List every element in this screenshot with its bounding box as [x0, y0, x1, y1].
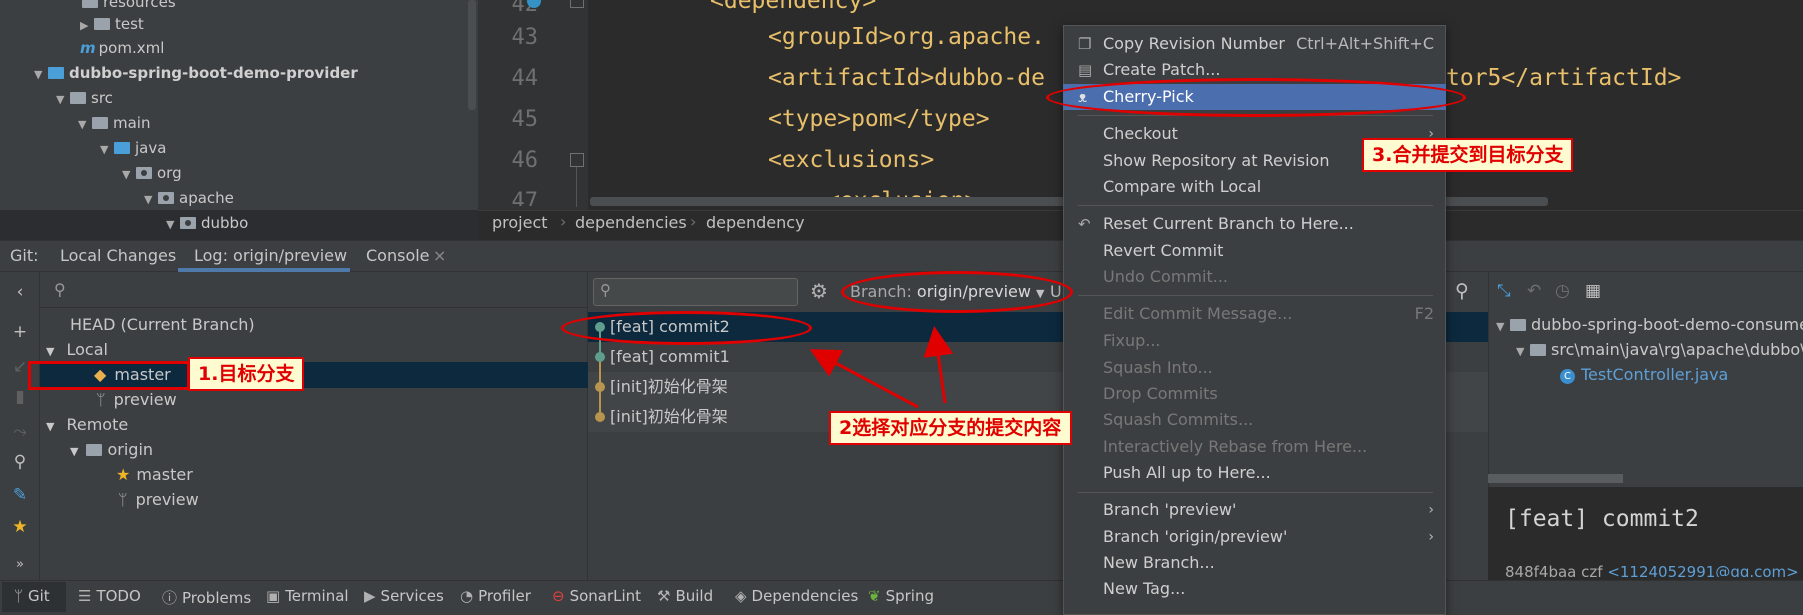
annotation-arrow-to-commit — [809, 349, 919, 409]
annotation-arrow-to-branch-filter — [923, 326, 954, 404]
annotation-arrows — [809, 326, 954, 409]
